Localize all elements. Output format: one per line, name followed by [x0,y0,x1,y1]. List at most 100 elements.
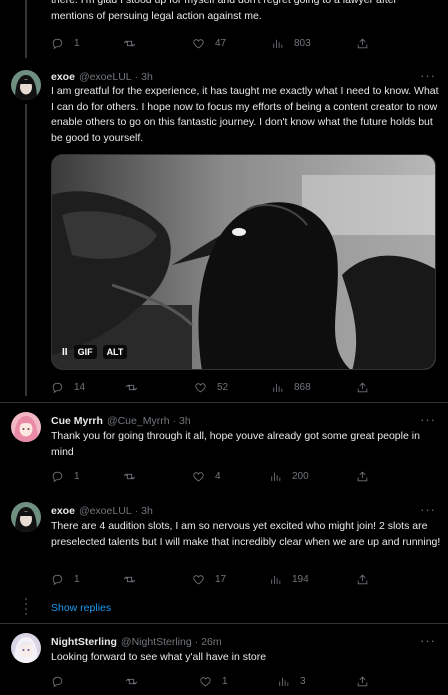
views-button[interactable]: 200 [269,468,309,484]
user-handle[interactable]: @exoeLUL [79,71,132,83]
share-button[interactable] [356,571,369,587]
user-handle[interactable]: @NightSterling [121,636,192,648]
tweet[interactable]: NightSterling @NightSterling · 26m ··· L… [0,633,448,695]
views-icon [271,472,281,481]
tweet[interactable]: exoe @exoeLUL · 3h ··· I am greatful for… [0,68,448,396]
views-icon [271,575,281,584]
retweet-button[interactable] [123,468,136,484]
reply-button[interactable]: 14 [51,379,85,395]
views-button[interactable]: 868 [271,379,311,395]
retweet-button[interactable] [123,35,136,51]
tweet-actions: 1 3 [51,673,381,689]
like-button[interactable]: 4 [192,468,221,484]
heart-icon [195,382,206,392]
more-icon[interactable]: ··· [420,502,436,517]
like-count: 4 [215,470,221,482]
timestamp[interactable]: 3h [141,505,153,517]
retweet-icon [125,678,138,684]
more-icon[interactable]: ··· [420,412,436,427]
views-count: 194 [292,573,309,585]
display-name[interactable]: NightSterling [51,636,117,648]
share-icon [357,38,368,48]
gif-media[interactable]: II GIF ALT [51,154,436,370]
views-button[interactable]: 803 [271,35,311,51]
show-replies-link[interactable]: Show replies [51,602,111,614]
retweet-button[interactable] [123,571,136,587]
more-icon[interactable]: ··· [420,68,436,83]
crow-gif-image [52,155,435,369]
views-count: 3 [300,675,306,687]
reply-icon [52,676,63,687]
timestamp[interactable]: 3h [179,415,191,427]
reply-count: 1 [74,470,80,482]
like-count: 47 [215,37,227,49]
divider [0,402,448,403]
pause-icon[interactable]: II [62,347,68,358]
tweet-text: there. I'm glad I stood up for myself an… [51,0,398,22]
tweet[interactable]: exoe @exoeLUL · 3h ··· There are 4 audit… [0,502,448,598]
views-icon [279,677,289,686]
avatar[interactable] [11,70,41,100]
retweet-icon [123,40,136,46]
display-name[interactable]: exoe [51,505,75,517]
tweet-partial[interactable]: there. I'm glad I stood up for myself an… [0,0,448,58]
tweet-header: exoe @exoeLUL · 3h ··· [51,502,436,517]
views-icon [273,383,283,392]
retweet-icon [123,473,136,479]
share-button[interactable] [356,673,369,689]
tweet-text: Looking forward to see what y'all have i… [51,651,267,663]
share-icon [357,382,368,392]
alt-badge[interactable]: ALT [102,345,128,359]
views-count: 200 [292,470,309,482]
retweet-button[interactable] [125,379,138,395]
tweet-text: Thank you for going through it all, hope… [51,430,420,458]
reply-button[interactable] [51,673,64,689]
timestamp[interactable]: 26m [201,636,221,648]
reply-count: 1 [74,573,80,585]
share-button[interactable] [356,35,369,51]
share-button[interactable] [356,379,369,395]
share-icon [357,471,368,481]
user-handle[interactable]: @exoeLUL [79,505,132,517]
reply-button[interactable]: 1 [51,571,80,587]
tweet[interactable]: Cue Myrrh @Cue_Myrrh · 3h ··· Thank you … [0,412,448,494]
like-button[interactable]: 1 [199,673,228,689]
avatar-image [11,502,41,532]
reply-icon [52,471,63,482]
like-count: 52 [217,381,229,393]
retweet-button[interactable] [125,673,138,689]
display-name[interactable]: exoe [51,71,75,83]
thread-dots [25,598,27,618]
reply-button[interactable]: 1 [51,35,80,51]
reply-count: 1 [74,37,80,49]
tweet-header: exoe @exoeLUL · 3h ··· [51,68,436,83]
tweet-header: Cue Myrrh @Cue_Myrrh · 3h ··· [51,412,436,427]
more-icon[interactable]: ··· [420,633,436,648]
like-button[interactable]: 52 [194,379,228,395]
share-icon [357,676,368,686]
retweet-icon [125,384,138,390]
avatar[interactable] [11,502,41,532]
user-handle[interactable]: @Cue_Myrrh [107,415,170,427]
avatar-image [11,412,41,442]
share-button[interactable] [356,468,369,484]
thread-line [25,0,27,58]
avatar[interactable] [11,412,41,442]
avatar[interactable] [11,633,41,663]
reply-icon [52,382,63,393]
avatar-image [11,70,41,100]
views-count: 803 [294,37,311,49]
like-count: 1 [222,675,228,687]
like-button[interactable]: 17 [192,571,226,587]
reply-count: 14 [74,381,86,393]
reply-button[interactable]: 1 [51,468,80,484]
views-button[interactable]: 194 [269,571,309,587]
heart-icon [193,38,204,48]
like-count: 17 [215,573,227,585]
heart-icon [193,574,204,584]
views-button[interactable]: 3 [277,673,306,689]
like-button[interactable]: 47 [192,35,226,51]
timestamp[interactable]: 3h [141,71,153,83]
reply-icon [52,38,63,49]
display-name[interactable]: Cue Myrrh [51,415,103,427]
